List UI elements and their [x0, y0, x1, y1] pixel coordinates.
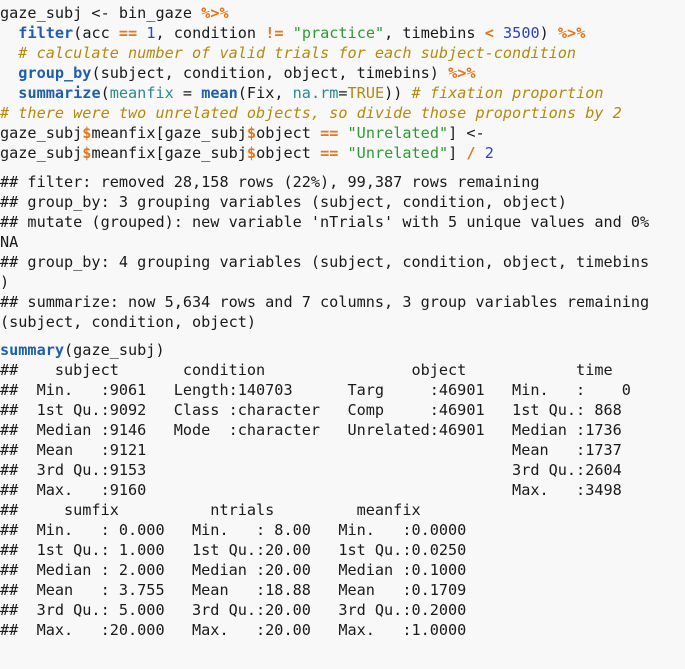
- code-token-plain: =: [338, 84, 348, 102]
- code-transcript-page: gaze_subj <- bin_gaze %>% filter(acc == …: [0, 0, 685, 669]
- output-line: ): [0, 273, 10, 291]
- output-line: ## summarize: now 5,634 rows and 7 colum…: [0, 293, 650, 311]
- code-token-plain: gaze_subj: [0, 124, 83, 142]
- code-token-plain: ): [539, 24, 558, 42]
- code-token-plain: (gaze_subj): [64, 341, 165, 359]
- code-token-plain: (subject, condition, object, timebins): [91, 64, 449, 82]
- code-token-plain: (: [100, 84, 110, 102]
- code-line: summary(gaze_subj): [0, 340, 685, 360]
- block-spacer-1: [0, 163, 685, 172]
- output-line: ## sumfix ntrials meanfix: [0, 501, 476, 519]
- output-line: NA: [0, 233, 19, 251]
- code-token-com: # fixation proportion: [411, 84, 604, 102]
- code-token-str: "Unrelated": [347, 144, 449, 162]
- code-token-op: %>%: [557, 24, 586, 42]
- code-token-plain: =: [173, 84, 202, 102]
- code-line: # calculate number of valid trials for e…: [0, 43, 685, 63]
- code-token-fn: filter: [18, 24, 74, 42]
- output-line: ## 1st Qu.:9092 Class :character Comp :4…: [0, 401, 650, 419]
- output-line: ## 1st Qu.: 1.000 1st Qu.:20.00 1st Qu.:…: [0, 541, 485, 559]
- code-token-fn: summarize: [18, 84, 101, 102]
- code-token-plain: (Fix,: [237, 84, 293, 102]
- output-line: ## Min. :9061 Length:140703 Targ :46901 …: [0, 381, 650, 399]
- code-line: group_by(subject, condition, object, tim…: [0, 63, 685, 83]
- code-token-op: %>%: [201, 4, 229, 22]
- code-token-num: 1: [146, 24, 156, 42]
- code-token-plain: ] <-: [448, 124, 485, 142]
- output-line: ## group_by: 4 grouping variables (subje…: [0, 253, 650, 271]
- code-token-plain: ]: [448, 144, 467, 162]
- code-token-arg: meanfix: [109, 84, 174, 102]
- code-block-input-2[interactable]: summary(gaze_subj): [0, 340, 685, 360]
- code-token-com: # there were two unrelated objects, so d…: [0, 104, 622, 122]
- code-line: gaze_subj$meanfix[gaze_subj$object == "U…: [0, 143, 685, 163]
- code-block-input-1[interactable]: gaze_subj <- bin_gaze %>% filter(acc == …: [0, 3, 685, 163]
- code-token-arg: na.rm: [292, 84, 339, 102]
- code-token-plain: gaze_subj <- bin_gaze: [0, 4, 202, 22]
- console-output-block-1: ## filter: removed 28,158 rows (22%), 99…: [0, 172, 685, 332]
- output-line: ## 3rd Qu.:9153 3rd Qu.:2604: [0, 461, 650, 479]
- output-line: ## Max. :9160 Max. :3498: [0, 481, 650, 499]
- code-token-num: 3500: [503, 24, 540, 42]
- output-line: ## subject condition object time: [0, 361, 659, 379]
- code-token-num: 2: [484, 144, 494, 162]
- code-token-plain: meanfix[gaze_subj: [91, 124, 247, 142]
- output-line: ## Min. : 0.000 Min. : 8.00 Min. :0.0000: [0, 521, 485, 539]
- code-token-const: TRUE: [347, 84, 385, 102]
- console-output-block-2: ## subject condition object time ## Min.…: [0, 360, 685, 640]
- code-token-op: ==: [320, 124, 339, 142]
- code-token-dollar: $: [246, 144, 257, 162]
- code-token-plain: , condition: [155, 24, 266, 42]
- output-line: ## Mean : 3.755 Mean :18.88 Mean :0.1709: [0, 581, 485, 599]
- output-line: ## Median :9146 Mode :character Unrelate…: [0, 421, 650, 439]
- code-line: filter(acc == 1, condition != "practice"…: [0, 23, 685, 43]
- code-token-plain: )): [384, 84, 412, 102]
- code-token-plain: , timebins: [384, 24, 485, 42]
- code-token-op: /: [466, 144, 476, 162]
- output-line: ## 3rd Qu.: 5.000 3rd Qu.:20.00 3rd Qu.:…: [0, 601, 485, 619]
- code-token-plain: meanfix[gaze_subj: [91, 144, 247, 162]
- code-token-fn: mean: [201, 84, 238, 102]
- code-token-str: "Unrelated": [347, 124, 449, 142]
- output-line: ## filter: removed 28,158 rows (22%), 99…: [0, 173, 540, 191]
- code-line: gaze_subj <- bin_gaze %>%: [0, 3, 685, 23]
- code-token-dollar: $: [246, 124, 257, 142]
- code-token-plain: object: [256, 124, 321, 142]
- code-line: # there were two unrelated objects, so d…: [0, 103, 685, 123]
- code-token-str: "practice": [292, 24, 385, 42]
- output-line: ## mutate (grouped): new variable 'nTria…: [0, 213, 650, 231]
- code-token-op: <: [484, 24, 494, 42]
- output-line: (subject, condition, object): [0, 313, 257, 331]
- code-token-fn: summary: [0, 341, 65, 359]
- block-spacer-2: [0, 332, 685, 340]
- output-line: ## group_by: 3 grouping variables (subje…: [0, 193, 567, 211]
- code-token-op: ==: [320, 144, 339, 162]
- code-line: gaze_subj$meanfix[gaze_subj$object == "U…: [0, 123, 685, 143]
- output-line: ## Max. :20.000 Max. :20.00 Max. :1.0000: [0, 621, 485, 639]
- code-token-com: # calculate number of valid trials for e…: [0, 44, 577, 62]
- code-token-fn: group_by: [18, 64, 92, 82]
- code-token-plain: (acc: [73, 24, 119, 42]
- code-token-op: !=: [265, 24, 284, 42]
- code-token-plain: object: [256, 144, 321, 162]
- code-token-plain: gaze_subj: [0, 144, 83, 162]
- code-token-op: ==: [118, 24, 138, 42]
- code-line: summarize(meanfix = mean(Fix, na.rm=TRUE…: [0, 83, 685, 103]
- output-line: ## Mean :9121 Mean :1737: [0, 441, 650, 459]
- output-line: ## Median : 2.000 Median :20.00 Median :…: [0, 561, 485, 579]
- code-token-op: %>%: [448, 64, 476, 82]
